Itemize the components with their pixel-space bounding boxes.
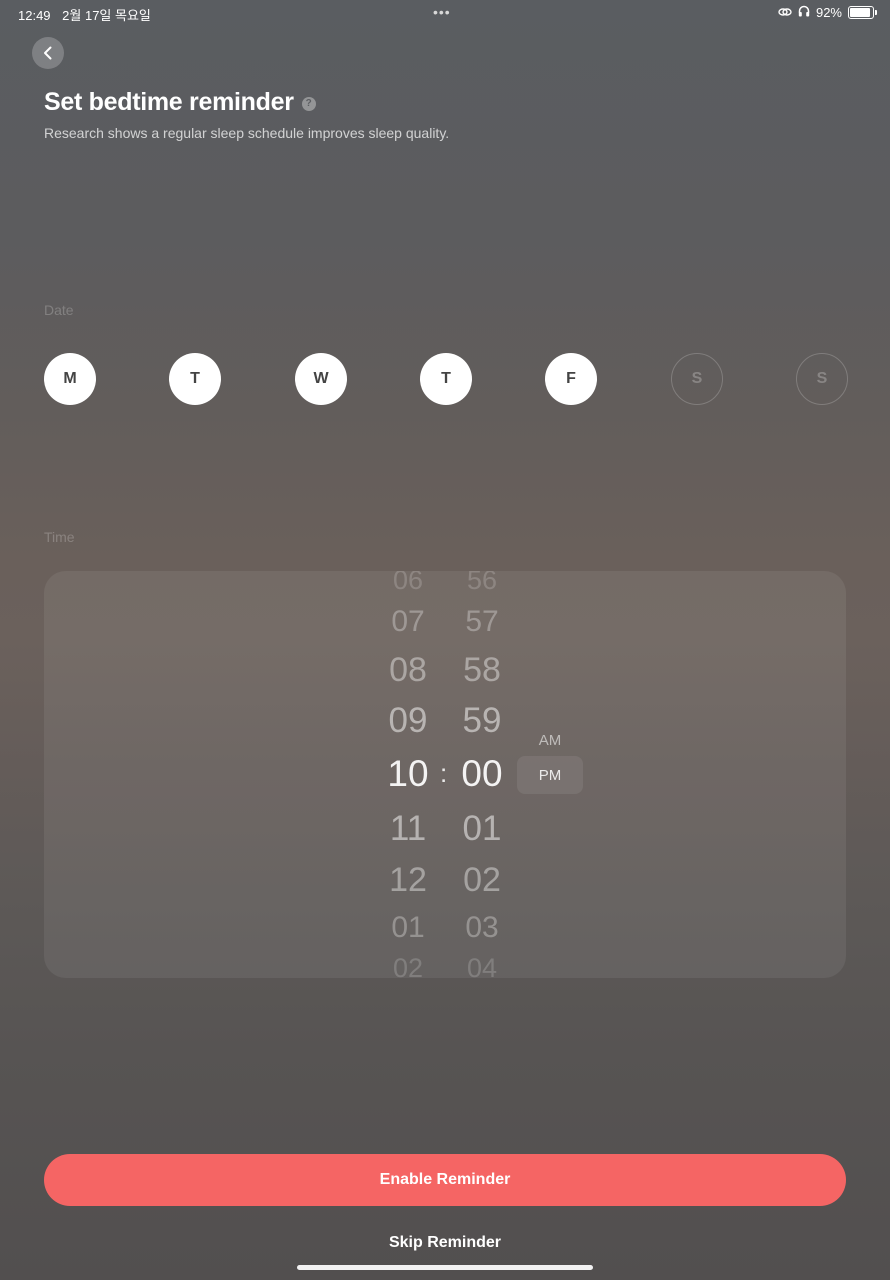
skip-reminder-button[interactable]: Skip Reminder <box>345 1230 545 1256</box>
battery-icon <box>848 6 877 19</box>
chevron-left-icon <box>44 46 52 60</box>
day-toggle[interactable]: T <box>169 353 221 405</box>
minute-option[interactable]: 03 <box>447 911 517 945</box>
status-date: 2월 17일 목요일 <box>62 8 151 23</box>
minute-selected[interactable]: 00 <box>447 753 517 795</box>
status-bar: 12:49 2월 17일 목요일 ••• 92% <box>0 0 890 28</box>
minute-option[interactable]: 57 <box>447 605 517 639</box>
time-section-label: Time <box>44 529 75 545</box>
minute-option[interactable]: 01 <box>447 809 517 849</box>
day-toggle[interactable]: M <box>44 353 96 405</box>
time-picker: 06 07 08 09 10 11 12 01 02 : 56 57 58 59 00 01 02 03 04 … <box>44 571 846 978</box>
page-subtitle: Research shows a regular sleep schedule … <box>44 125 450 141</box>
day-toggle[interactable]: W <box>295 353 347 405</box>
hour-option[interactable]: 01 <box>373 911 443 945</box>
home-indicator[interactable] <box>297 1265 593 1270</box>
battery-percent: 92% <box>815 5 842 20</box>
day-toggle[interactable]: T <box>420 353 472 405</box>
page-title: Set bedtime reminder <box>44 88 294 116</box>
back-button[interactable] <box>32 37 64 69</box>
hour-wheel[interactable]: 06 07 08 09 10 11 12 01 02 <box>373 571 443 978</box>
hour-option[interactable]: 12 <box>373 861 443 900</box>
day-selector: MTWTFSS <box>44 353 848 405</box>
hour-option[interactable]: 11 <box>373 809 443 849</box>
day-toggle[interactable]: S <box>796 353 848 405</box>
link-icon <box>778 6 792 20</box>
hour-option[interactable]: 09 <box>373 701 443 741</box>
status-indicators: 92% <box>778 5 877 20</box>
minute-option[interactable]: 04 <box>447 953 517 978</box>
day-toggle[interactable]: F <box>545 353 597 405</box>
hour-option[interactable]: 06 <box>373 571 443 596</box>
minute-option[interactable]: 02 <box>447 861 517 900</box>
status-time: 12:49 <box>18 8 51 23</box>
hour-option[interactable]: 02 <box>373 953 443 978</box>
battery-fill <box>850 8 871 17</box>
minute-option[interactable]: 58 <box>447 651 517 690</box>
hour-option[interactable]: 07 <box>373 605 443 639</box>
title-row: Set bedtime reminder ? <box>44 88 316 117</box>
period-option-am[interactable]: AM <box>517 721 583 759</box>
period-option-pm[interactable]: PM <box>517 756 583 794</box>
help-icon[interactable]: ? <box>301 96 316 111</box>
hour-selected[interactable]: 10 <box>373 753 443 795</box>
status-time-date: 12:49 2월 17일 목요일 <box>18 5 159 24</box>
day-toggle[interactable]: S <box>671 353 723 405</box>
multitasking-dots[interactable]: ••• <box>433 4 451 20</box>
hour-option[interactable]: 08 <box>373 651 443 690</box>
minute-option[interactable]: 59 <box>447 701 517 741</box>
enable-reminder-button[interactable]: Enable Reminder <box>44 1154 846 1206</box>
minute-option[interactable]: 56 <box>447 571 517 596</box>
headphones-icon <box>798 5 810 20</box>
minute-wheel[interactable]: 56 57 58 59 00 01 02 03 04 <box>447 571 517 978</box>
date-section-label: Date <box>44 302 74 318</box>
